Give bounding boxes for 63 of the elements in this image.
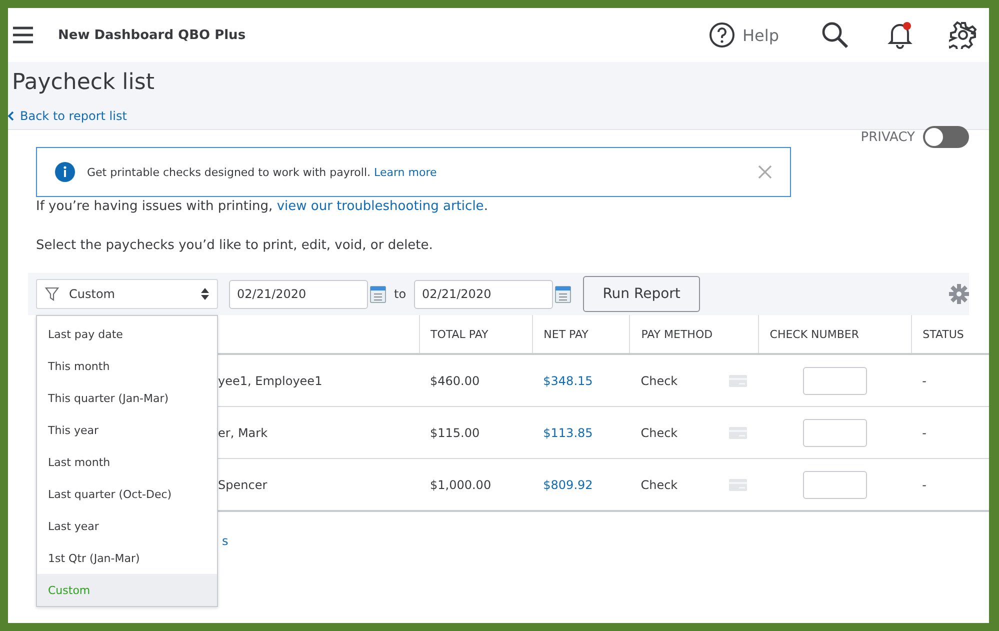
net-pay-link[interactable]: $348.15 xyxy=(543,374,593,388)
column-header: TOTAL PAY xyxy=(419,315,532,354)
banner-text: Get printable checks designed to work with payroll. Learn more xyxy=(87,166,438,178)
column-header: STATUS xyxy=(911,315,989,354)
pay-method: Check xyxy=(640,426,678,440)
check-card-icon xyxy=(729,426,748,438)
pay-method: Check xyxy=(640,478,678,492)
info-icon xyxy=(55,162,75,182)
learn-more-link[interactable]: Learn more xyxy=(374,166,437,178)
check-number-field[interactable] xyxy=(802,418,867,446)
help-icon xyxy=(708,22,735,48)
to-label: to xyxy=(394,287,406,301)
total-pay: $1,000.00 xyxy=(430,478,492,492)
printing-note: If you’re having issues with printing, view our troubleshooting article. xyxy=(36,199,489,214)
privacy-toggle[interactable] xyxy=(923,126,969,148)
close-icon[interactable] xyxy=(758,165,772,179)
footer-link[interactable]: s xyxy=(222,534,228,548)
menu-option[interactable]: This month xyxy=(37,350,217,382)
start-date-field[interactable]: 02/21/2020 xyxy=(229,280,368,308)
menu-option[interactable]: 1st Qtr (Jan-Mar) xyxy=(37,542,217,574)
calendar-icon[interactable] xyxy=(370,286,386,302)
check-number-field[interactable] xyxy=(802,366,867,394)
settings-icon[interactable] xyxy=(949,21,977,49)
back-link[interactable]: Back to report list xyxy=(8,109,989,123)
menu-option[interactable]: This quarter (Jan-Mar) xyxy=(37,382,217,414)
run-report-button[interactable]: Run Report xyxy=(583,276,700,312)
privacy-label: PRIVACY xyxy=(860,130,915,144)
check-card-icon xyxy=(729,374,748,386)
menu-option[interactable]: Last pay date xyxy=(37,318,217,350)
menu-option[interactable]: Last month xyxy=(37,446,217,478)
menu-option[interactable]: Last quarter (Oct-Dec) xyxy=(37,478,217,510)
page-title: Paycheck list xyxy=(12,70,156,95)
check-number-field[interactable] xyxy=(802,470,867,498)
menu-icon[interactable] xyxy=(12,26,34,44)
date-range-select[interactable]: Custom xyxy=(36,279,218,309)
calendar-icon[interactable] xyxy=(555,286,572,302)
column-header: PAY METHOD xyxy=(630,315,758,354)
menu-option[interactable]: Last year xyxy=(37,510,217,542)
end-date-field[interactable]: 02/21/2020 xyxy=(414,280,554,308)
status-text: - xyxy=(922,426,926,440)
employee-name: yee1, Employee1 xyxy=(218,374,322,388)
check-card-icon xyxy=(729,478,748,490)
search-icon[interactable] xyxy=(821,21,849,49)
employee-name: Spencer xyxy=(218,478,268,492)
menu-option[interactable]: This year xyxy=(37,414,217,446)
total-pay: $460.00 xyxy=(430,374,480,388)
employee-name: er, Mark xyxy=(218,426,268,440)
column-header: NET PAY xyxy=(532,315,630,354)
net-pay-link[interactable]: $809.92 xyxy=(543,478,593,492)
notification-bell-icon[interactable] xyxy=(887,21,913,49)
filter-icon xyxy=(45,287,59,301)
help-button[interactable]: Help xyxy=(702,21,785,49)
pay-method: Check xyxy=(640,374,678,388)
chevron-left-icon xyxy=(8,111,14,121)
net-pay-link[interactable]: $113.85 xyxy=(543,426,593,440)
column-header: CHECK NUMBER xyxy=(758,315,912,354)
status-text: - xyxy=(922,478,926,492)
troubleshooting-link[interactable]: view our troubleshooting article xyxy=(276,199,484,214)
instructions-text: Select the paychecks you’d like to print, edit, void, or delete. xyxy=(36,238,434,253)
company-name: New Dashboard QBO Plus xyxy=(58,28,247,42)
total-pay: $115.00 xyxy=(430,426,480,440)
status-text: - xyxy=(922,374,926,388)
sort-arrows-icon xyxy=(201,288,209,300)
